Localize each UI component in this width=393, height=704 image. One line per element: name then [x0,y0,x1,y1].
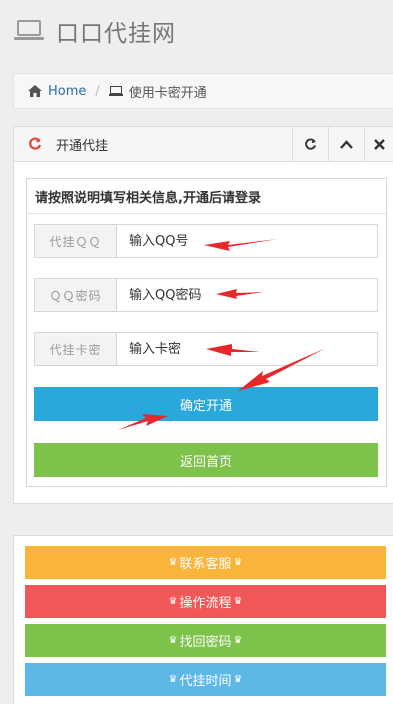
breadcrumb: Home / 使用卡密开通 [13,73,393,109]
gift-icon: ♛ [168,557,178,568]
breadcrumb-current: 使用卡密开通 [128,85,207,101]
gift-icon: ♛ [233,596,243,607]
form-instructions: 请按照说明填写相关信息,开通后请登录 [27,179,386,214]
refresh-icon [28,137,42,151]
recover-password-button[interactable]: ♛ 找回密码 ♛ [25,624,386,657]
close-icon [374,138,385,150]
widget-title: 开通代挂 [56,138,109,154]
card-key-input[interactable] [116,332,378,366]
quick-links-panel: ♛ 联系客服 ♛ ♛ 操作流程 ♛ ♛ 找回密码 ♛ ♛ 代挂时间 ♛ [13,535,393,704]
site-header: 口口代挂网 [0,0,393,62]
contact-support-button[interactable]: ♛ 联系客服 ♛ [25,546,386,579]
breadcrumb-home-link[interactable]: Home [48,84,86,99]
qq-number-input[interactable] [116,224,378,258]
gift-icon: ♛ [233,557,243,568]
card-key-label: 代挂卡密 [34,332,116,366]
breadcrumb-separator: / [95,83,100,99]
qq-number-label: 代挂ＱＱ [34,224,116,258]
home-icon[interactable] [28,85,42,97]
card-key-group: 代挂卡密 [34,332,378,366]
gift-icon: ♛ [233,674,243,685]
qq-number-group: 代挂ＱＱ [34,224,378,258]
qq-password-group: ＱＱ密码 [34,278,378,312]
qq-password-input[interactable] [116,278,378,312]
refresh-icon [305,138,317,150]
operation-process-button[interactable]: ♛ 操作流程 ♛ [25,585,386,618]
site-title: 口口代挂网 [56,21,176,47]
activate-button[interactable]: 确定开通 [34,387,378,421]
activation-widget: 开通代挂 请按照说明填写相关信息,开通后请登录 代挂ＱＱ ＱＱ密码 代挂卡密 确… [13,126,393,504]
laptop-icon [14,20,44,42]
chevron-up-icon [340,139,353,149]
back-home-button[interactable]: 返回首页 [34,443,378,477]
laptop-icon [108,86,123,96]
gift-icon: ♛ [168,674,178,685]
hosting-time-button[interactable]: ♛ 代挂时间 ♛ [25,663,386,696]
close-button[interactable] [364,127,393,161]
collapse-button[interactable] [328,127,364,161]
gift-icon: ♛ [168,635,178,646]
refresh-button[interactable] [292,127,328,161]
gift-icon: ♛ [168,596,178,607]
gift-icon: ♛ [233,635,243,646]
widget-header: 开通代挂 [14,127,393,162]
qq-password-label: ＱＱ密码 [34,278,116,312]
